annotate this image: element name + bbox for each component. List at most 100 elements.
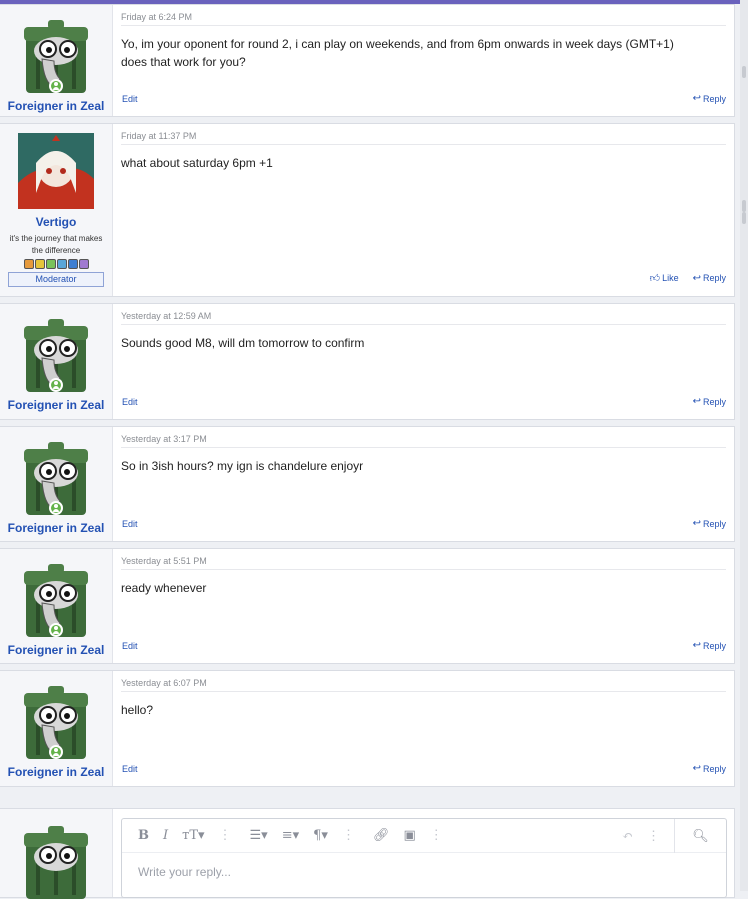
reply-editor[interactable]: B I тT▾ ⋮ ☰▾ ≡▾ ¶▾ ⋮ 🔗︎ ▣ ⋮ ↶ ⋮ 🔍︎ Write… xyxy=(121,818,727,898)
username[interactable]: Foreigner in Zeal xyxy=(8,398,105,412)
trash-can-avatar-icon xyxy=(24,826,88,899)
more-options-icon[interactable]: ⋮ xyxy=(430,828,443,843)
edit-link[interactable]: Edit xyxy=(122,764,138,774)
post-date[interactable]: Yesterday at 12:59 AM xyxy=(121,311,726,325)
post-message: Yo, im your oponent for round 2, i can p… xyxy=(121,35,726,71)
preview-icon[interactable]: 🔍︎ xyxy=(674,819,726,853)
post-user-column: Foreigner in Zeal xyxy=(0,304,113,419)
reply-button[interactable]: ↩ Reply xyxy=(693,396,726,407)
post-date[interactable]: Friday at 11:37 PM xyxy=(121,131,726,145)
edit-link[interactable]: Edit xyxy=(122,519,138,529)
more-options-icon[interactable]: ⋮ xyxy=(342,828,355,843)
paragraph-icon[interactable]: ¶▾ xyxy=(313,828,328,843)
post-message: Sounds good M8, will dm tomorrow to conf… xyxy=(121,334,726,352)
message-line: does that work for you? xyxy=(121,55,246,69)
reply-icon: ↩ xyxy=(692,518,701,529)
badge-row xyxy=(23,259,89,269)
reply-icon: ↩ xyxy=(692,93,701,104)
badge-icon[interactable] xyxy=(67,259,78,269)
align-icon[interactable]: ≡▾ xyxy=(282,828,299,843)
post-main: Yesterday at 3:17 PM So in 3ish hours? m… xyxy=(113,427,734,541)
reply-button[interactable]: ↩ Reply xyxy=(693,640,726,651)
scrollbar-rail[interactable] xyxy=(740,0,748,891)
post-user-column: Vertigo it's the journey that makes the … xyxy=(0,124,113,296)
bold-icon[interactable]: B xyxy=(138,828,149,843)
italic-icon[interactable]: I xyxy=(163,828,168,843)
post-user-column: Foreigner in Zeal xyxy=(0,427,113,541)
avatar[interactable] xyxy=(18,17,94,93)
message-line: So in 3ish hours? my ign is chandelure e… xyxy=(121,459,364,473)
post-message: ready whenever xyxy=(121,579,726,597)
post-date[interactable]: Friday at 6:24 PM xyxy=(121,12,726,26)
text-size-icon[interactable]: тT▾ xyxy=(182,828,204,843)
editor-toolbar: B I тT▾ ⋮ ☰▾ ≡▾ ¶▾ ⋮ 🔗︎ ▣ ⋮ ↶ ⋮ 🔍︎ xyxy=(122,819,726,853)
badge-icon[interactable] xyxy=(23,259,34,269)
reply-button[interactable]: ↩ Reply xyxy=(693,272,726,284)
anime-character-avatar-icon xyxy=(18,133,94,209)
reply-label: Reply xyxy=(702,396,726,407)
online-status-icon xyxy=(49,745,63,759)
badge-icon[interactable] xyxy=(34,259,45,269)
reply-button[interactable]: ↩ Reply xyxy=(693,763,726,774)
post: Foreigner in Zeal Yesterday at 12:59 AM … xyxy=(0,303,735,420)
message-line: what about saturday 6pm +1 xyxy=(121,156,273,170)
post-date[interactable]: Yesterday at 3:17 PM xyxy=(121,434,726,448)
online-status-icon xyxy=(49,378,63,392)
undo-icon[interactable]: ↶ xyxy=(622,829,633,844)
post-main: Yesterday at 5:51 PM ready whenever Edit… xyxy=(113,549,734,663)
more-options-icon[interactable]: ⋮ xyxy=(219,828,232,843)
message-line: ready whenever xyxy=(121,581,207,595)
avatar[interactable] xyxy=(18,561,94,637)
reply-label: Reply xyxy=(702,93,726,104)
post: Foreigner in Zeal Friday at 6:24 PM Yo, … xyxy=(0,4,735,117)
post-date[interactable]: Yesterday at 5:51 PM xyxy=(121,556,726,570)
reply-icon: ↩ xyxy=(692,640,701,651)
edit-link[interactable]: Edit xyxy=(122,94,138,104)
reply-user-column xyxy=(0,809,113,899)
image-icon[interactable]: ▣ xyxy=(403,828,415,843)
like-button[interactable]: 👍︎ Like xyxy=(650,272,679,284)
post: Foreigner in Zeal Yesterday at 5:51 PM r… xyxy=(0,548,735,664)
badge-icon[interactable] xyxy=(45,259,56,269)
user-title: it's the journey that makes the differen… xyxy=(9,234,103,255)
link-icon[interactable]: 🔗︎ xyxy=(373,828,390,843)
reply-input[interactable]: Write your reply... xyxy=(122,853,726,891)
reply-label: Reply xyxy=(702,273,726,283)
username[interactable]: Foreigner in Zeal xyxy=(8,643,105,657)
reply-label: Reply xyxy=(702,763,726,774)
post-user-column: Foreigner in Zeal xyxy=(0,5,113,116)
post-main: Friday at 11:37 PM what about saturday 6… xyxy=(113,124,734,296)
reply-label: Reply xyxy=(702,518,726,529)
thumbs-up-icon: 👍︎ xyxy=(649,273,661,284)
reply-button[interactable]: ↩ Reply xyxy=(693,93,726,104)
badge-icon[interactable] xyxy=(56,259,67,269)
post-date[interactable]: Yesterday at 6:07 PM xyxy=(121,678,726,692)
online-status-icon xyxy=(49,79,63,93)
avatar[interactable] xyxy=(18,316,94,392)
username[interactable]: Foreigner in Zeal xyxy=(8,765,105,779)
avatar[interactable] xyxy=(18,823,94,899)
reply-button[interactable]: ↩ Reply xyxy=(693,518,726,529)
reply-icon: ↩ xyxy=(692,763,701,774)
avatar[interactable] xyxy=(18,683,94,759)
post-user-column: Foreigner in Zeal xyxy=(0,549,113,663)
like-label: Like xyxy=(662,273,679,283)
badge-icon[interactable] xyxy=(78,259,89,269)
post-message: what about saturday 6pm +1 xyxy=(121,154,726,172)
moderator-banner: Moderator xyxy=(8,272,104,287)
username[interactable]: Foreigner in Zeal xyxy=(8,99,105,113)
avatar[interactable] xyxy=(18,439,94,515)
online-status-icon xyxy=(49,623,63,637)
username[interactable]: Vertigo xyxy=(36,215,77,229)
edit-link[interactable]: Edit xyxy=(122,397,138,407)
username[interactable]: Foreigner in Zeal xyxy=(8,521,105,535)
more-options-icon[interactable]: ⋮ xyxy=(647,829,660,844)
message-line: hello? xyxy=(121,703,154,717)
reply-icon: ↩ xyxy=(692,272,701,284)
list-icon[interactable]: ☰▾ xyxy=(250,828,268,843)
edit-link[interactable]: Edit xyxy=(122,641,138,651)
post-main: Yesterday at 12:59 AM Sounds good M8, wi… xyxy=(113,304,734,419)
message-line: Sounds good M8, will dm tomorrow to conf… xyxy=(121,336,365,350)
message-line: Yo, im your oponent for round 2, i can p… xyxy=(121,37,674,51)
avatar[interactable] xyxy=(18,133,94,209)
